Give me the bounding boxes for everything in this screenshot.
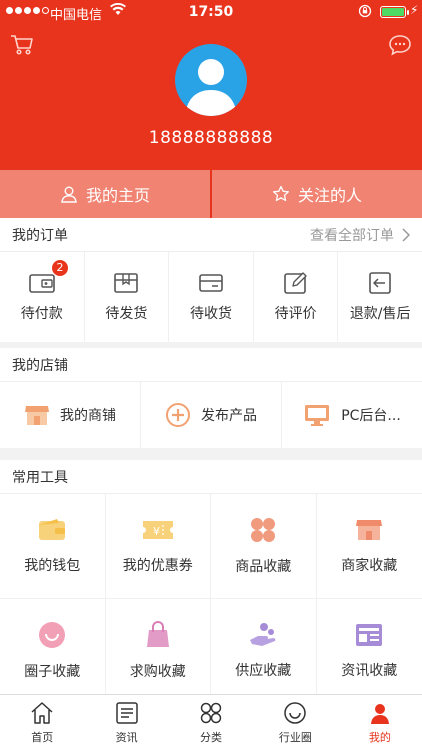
store-label: 我的商铺 [60,408,116,424]
tabbar-label: 资讯 [115,730,138,744]
profile-tabs: 我的主页 关注的人 [0,170,422,218]
order-pending-review[interactable]: 待评价 [254,252,339,342]
avatar[interactable] [175,44,247,116]
smile-icon [39,622,66,648]
order-refund[interactable]: 退款/售后 [338,252,422,342]
tool-news-favorites[interactable]: 资讯收藏 [316,599,422,704]
tabbar-label: 分类 [200,730,223,744]
tabbar-mine[interactable]: 我的 [338,695,422,750]
user-phone: 18888888888 [148,128,274,148]
tool-merchant-favorites[interactable]: 商家收藏 [316,494,422,599]
tool-supply-favorites[interactable]: 供应收藏 [211,599,317,704]
battery-icon [380,6,409,18]
news-icon [115,701,138,724]
count-badge: 2 [52,260,68,276]
person-icon [61,186,77,203]
tabbar-news[interactable]: 资讯 [84,695,168,750]
tabbar-label: 行业圈 [278,730,312,744]
pc-backend-button[interactable]: PC后台... [282,382,422,448]
tabbar-category[interactable]: 分类 [169,695,253,750]
tab-following[interactable]: 关注的人 [212,170,422,218]
plus-circle-icon [166,403,190,427]
store-label: PC后台... [341,408,401,424]
status-bar: 中国电信 17:50 ⚡ [0,0,422,24]
order-pending-payment[interactable]: 2 待付款 [0,252,85,342]
rotation-lock-icon [358,4,372,18]
tabbar-label: 我的 [368,730,391,744]
news-icon [356,624,383,646]
store-label: 发布产品 [201,408,257,424]
charging-icon: ⚡ [410,3,419,17]
return-icon [369,272,391,294]
monitor-icon [305,405,330,426]
tool-label: 我的优惠券 [122,558,193,574]
tool-label: 我的钱包 [24,558,81,574]
tabbar-industry-circle[interactable]: 行业圈 [253,695,337,750]
section-title: 我的店铺 [12,357,68,374]
tool-label: 商品收藏 [235,559,292,575]
chevron-right-icon [402,228,410,242]
cart-icon[interactable] [10,34,34,56]
tool-wallet[interactable]: 我的钱包 [0,494,106,599]
category-icon [200,702,222,723]
shop-icon [356,520,383,540]
tool-circle-favorites[interactable]: 圈子收藏 [0,599,106,704]
tab-label: 关注的人 [297,186,362,205]
tool-label: 求购收藏 [129,664,186,680]
tab-my-homepage[interactable]: 我的主页 [0,170,210,218]
coupon-icon: ¥ [142,521,173,539]
view-all-orders-link[interactable]: 查看全部订单 [310,218,410,252]
orders-section: 我的订单 查看全部订单 2 待付款 待发货 待收货 待评价 退款/售后 [0,218,422,342]
tool-label: 商家收藏 [341,558,398,574]
order-label: 退款/售后 [349,306,411,322]
tabbar-home[interactable]: 首页 [0,695,84,750]
tools-section: 常用工具 我的钱包 ¥ 我的优惠券 商品收藏 商家收藏 圈子收藏 求购收藏 供应… [0,460,422,704]
message-icon[interactable] [388,34,412,56]
section-title: 常用工具 [12,469,68,486]
section-title: 我的订单 [12,227,68,244]
profile-icon [370,703,389,724]
shop-icon [25,406,49,425]
order-pending-receipt[interactable]: 待收货 [169,252,254,342]
box-icon [114,273,139,293]
view-all-label: 查看全部订单 [310,228,394,244]
store-section: 我的店铺 我的商铺 发布产品 PC后台... [0,348,422,448]
tool-label: 圈子收藏 [24,664,81,680]
order-label: 待发货 [105,306,148,322]
order-label: 待付款 [20,306,63,322]
bag-icon [146,621,169,647]
tool-label: 资讯收藏 [341,663,398,679]
home-icon [31,701,53,724]
wallet-icon [28,274,55,293]
tool-product-favorites[interactable]: 商品收藏 [211,494,317,599]
grid-icon [251,518,276,542]
profile-header: 18888888888 [0,24,422,170]
tab-label: 我的主页 [85,186,150,205]
tool-coupons[interactable]: ¥ 我的优惠券 [105,494,211,599]
my-shop-button[interactable]: 我的商铺 [0,382,141,448]
tabbar-label: 首页 [31,730,54,744]
tool-label: 供应收藏 [235,663,292,679]
order-label: 待收货 [189,306,232,322]
svg-text:¥: ¥ [153,525,160,538]
edit-icon [283,272,307,294]
order-pending-shipment[interactable]: 待发货 [85,252,170,342]
tool-purchase-favorites[interactable]: 求购收藏 [105,599,211,704]
star-icon [272,185,290,202]
bottom-tab-bar: 首页 资讯 分类 行业圈 我的 [0,694,422,750]
default-user-icon [185,59,237,116]
wallet-icon [39,519,66,540]
publish-product-button[interactable]: 发布产品 [141,382,282,448]
order-label: 待评价 [274,306,317,322]
card-icon [199,274,223,292]
hand-icon [250,623,276,646]
circle-icon [284,701,307,724]
